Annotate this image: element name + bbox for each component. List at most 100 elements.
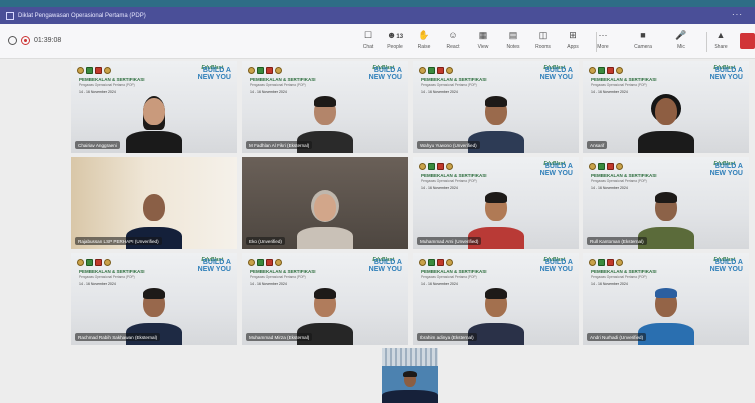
participant-tile[interactable]: Rajabussan LSP PERHAPI (Unverified) xyxy=(71,157,237,249)
logo-icon xyxy=(607,259,614,266)
camera-button[interactable]: ■ Camera xyxy=(630,29,656,50)
banner-dates: 14 - 16 November 2024 xyxy=(591,186,628,190)
logo-icon xyxy=(616,67,623,74)
view-button[interactable]: ▦ View xyxy=(470,29,496,50)
banner-dates: 14 - 16 November 2024 xyxy=(591,90,628,94)
logo-icon xyxy=(86,259,93,266)
hair xyxy=(484,192,508,204)
banner-heading: PEMBEKALAN & SERTIFIKASI xyxy=(591,269,657,274)
participant-tile[interactable]: EduBlast BUILD A NEW YOU PEMBEKALAN & SERT… xyxy=(242,253,408,345)
participant-tile[interactable]: EduBlast BUILD A NEW YOU PEMBEKALAN & SERT… xyxy=(413,157,579,249)
chat-label: Chat xyxy=(362,44,374,50)
participant-tile[interactable]: EduBlast BUILD A NEW YOU PEMBEKALAN & SERT… xyxy=(583,253,749,345)
logo-icon xyxy=(248,259,255,266)
react-label: React xyxy=(446,44,460,50)
shirt xyxy=(638,322,694,345)
banner-heading: PEMBEKALAN & SERTIFIKASI xyxy=(250,269,316,274)
logo-icon xyxy=(248,67,255,74)
participant-tile[interactable]: EduBlast BUILD A NEW YOU PEMBEKALAN & SERT… xyxy=(71,253,237,345)
logo-icon xyxy=(257,259,264,266)
shirt xyxy=(382,390,438,403)
logo-icon xyxy=(266,67,273,74)
participant-name: Wahyu Yuwono (Unverified) xyxy=(417,141,480,149)
participant-name: Ibrahim adinya (Eksternal) xyxy=(417,333,477,341)
shield-icon xyxy=(8,36,17,45)
share-button[interactable]: ▲ Share xyxy=(708,29,734,50)
logo-icon xyxy=(446,259,453,266)
window-menu-icon[interactable]: ··· xyxy=(732,10,743,19)
toolbar-divider xyxy=(596,32,597,52)
logo-icon xyxy=(104,259,111,266)
apps-button[interactable]: ⊞ Apps xyxy=(560,29,586,50)
banner-tagline: BUILD A NEW YOU xyxy=(709,163,743,177)
participant-avatar xyxy=(632,83,700,153)
banner-tagline: BUILD A NEW YOU xyxy=(368,67,402,81)
people-icon: ☻13 xyxy=(386,30,404,40)
apps-label: Apps xyxy=(567,44,579,50)
participant-name: M Fadhlan Al Fikri (Eksternal) xyxy=(246,141,313,149)
rooms-button[interactable]: ◫ Rooms xyxy=(530,29,556,50)
banner-heading: PEMBEKALAN & SERTIFIKASI xyxy=(79,269,145,274)
hair xyxy=(484,288,508,300)
shirt xyxy=(638,130,694,153)
self-view-tile[interactable] xyxy=(382,348,438,403)
participant-avatar xyxy=(382,363,438,403)
people-label: People xyxy=(387,44,403,50)
hair xyxy=(313,96,337,108)
hair xyxy=(142,288,166,300)
chat-icon: ☐ xyxy=(363,30,373,40)
hair xyxy=(484,96,508,108)
chat-button[interactable]: ☐ Chat xyxy=(355,29,381,50)
hair xyxy=(654,192,678,204)
leave-button[interactable] xyxy=(740,33,755,49)
logo-icon xyxy=(607,163,614,170)
share-label: Share xyxy=(714,44,728,50)
participant-tile[interactable]: EduBlast BUILD A NEW YOU PEMBEKALAN & SERT… xyxy=(71,61,237,153)
raise-button[interactable]: ✋ Raise xyxy=(411,29,437,50)
banner-heading: PEMBEKALAN & SERTIFIKASI xyxy=(591,173,657,178)
participant-name: Andri Nurhadi (Unverified) xyxy=(587,333,647,341)
logo-icon xyxy=(95,67,102,74)
mic-button[interactable]: 🎤 Mic xyxy=(668,29,694,50)
participant-avatar xyxy=(120,83,188,153)
mic-label: Mic xyxy=(677,44,685,50)
logo-icon xyxy=(275,259,282,266)
window-icon xyxy=(6,11,14,20)
banner-dates: 14 - 16 November 2024 xyxy=(250,90,287,94)
banner-dates: 14 - 16 November 2024 xyxy=(250,282,287,286)
participant-tile[interactable]: EduBlast BUILD A NEW YOU PEMBEKALAN & SERT… xyxy=(413,253,579,345)
notes-button[interactable]: ▤ Notes xyxy=(500,29,526,50)
react-button[interactable]: ☺ React xyxy=(440,29,466,50)
participant-tile[interactable]: EduBlast BUILD A NEW YOU PEMBEKALAN & SERT… xyxy=(413,61,579,153)
logo-icon xyxy=(437,163,444,170)
banner-tagline: BUILD A NEW YOU xyxy=(709,67,743,81)
banner-tagline: BUILD A NEW YOU xyxy=(539,67,573,81)
window-title: Diklat Pengawasan Operasional Pertama (P… xyxy=(18,12,146,19)
participant-name: Rull Kantoman (Eksternal) xyxy=(587,237,647,245)
logo-icon xyxy=(428,163,435,170)
logo-icon xyxy=(95,259,102,266)
elapsed-time: 01:39:08 xyxy=(34,37,62,44)
meeting-timer: 01:39:08 xyxy=(8,36,61,45)
shirt xyxy=(297,226,353,249)
logo-icon xyxy=(257,67,264,74)
more-button[interactable]: ··· More xyxy=(590,29,616,50)
participant-name: Chairiav Anggraeni xyxy=(75,141,120,149)
logo-icon xyxy=(598,67,605,74)
face xyxy=(655,98,677,125)
participant-tile[interactable]: EduBlast BUILD A NEW YOU PEMBEKALAN & SERT… xyxy=(583,61,749,153)
participant-count: 13 xyxy=(396,34,404,40)
face xyxy=(143,98,165,125)
logo-icon xyxy=(266,259,273,266)
hand-icon: ✋ xyxy=(418,30,430,40)
participant-tile[interactable]: Eko (Unverified) xyxy=(242,157,408,249)
participant-tile[interactable]: EduBlast BUILD A NEW YOU PEMBEKALAN & SERT… xyxy=(242,61,408,153)
logo-icon xyxy=(589,67,596,74)
logo-icon xyxy=(86,67,93,74)
participant-tile[interactable]: EduBlast BUILD A NEW YOU PEMBEKALAN & SERT… xyxy=(583,157,749,249)
face xyxy=(143,194,165,221)
logo-icon xyxy=(446,163,453,170)
banner-heading: PEMBEKALAN & SERTIFIKASI xyxy=(421,269,487,274)
people-button[interactable]: ☻13 People xyxy=(382,29,408,50)
logo-icon xyxy=(419,259,426,266)
